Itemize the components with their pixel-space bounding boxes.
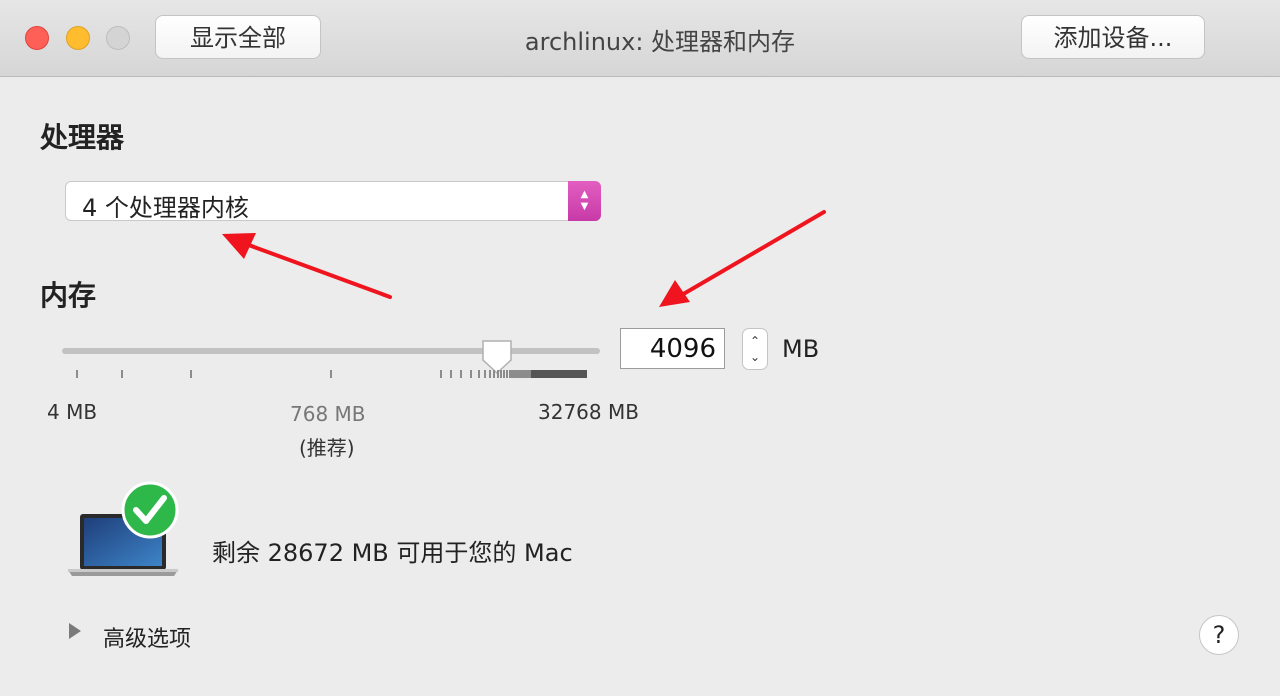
macbook-icon: [68, 481, 179, 576]
memory-stepper[interactable]: ⌃ ⌄: [742, 328, 768, 370]
window-title: archlinux: 处理器和内存: [524, 28, 796, 56]
zoom-button[interactable]: [106, 26, 130, 50]
memory-max-label: 32768 MB: [538, 400, 639, 424]
show-all-button[interactable]: 显示全部: [155, 15, 321, 59]
disclosure-triangle-icon[interactable]: [68, 622, 82, 640]
processor-cores-value: 4 个处理器内核: [82, 194, 249, 222]
memory-recommended-note: (推荐): [299, 436, 355, 460]
slider-tick: [330, 370, 332, 378]
minimize-button[interactable]: [66, 26, 90, 50]
popup-arrows-icon: ▲ ▼: [568, 181, 601, 221]
slider-tick: [76, 370, 78, 378]
slider-tick: [493, 370, 495, 378]
checkmark-badge-icon: [121, 481, 179, 539]
slider-tick: [470, 370, 472, 378]
help-button[interactable]: ?: [1199, 615, 1239, 655]
slider-tick: [460, 370, 462, 378]
title-bar: 显示全部 archlinux: 处理器和内存 添加设备...: [0, 0, 1280, 77]
slider-tick: [190, 370, 192, 378]
slider-tick: [585, 370, 587, 378]
close-button[interactable]: [25, 26, 49, 50]
annotation-arrow: [659, 210, 826, 307]
stepper-up-icon[interactable]: ⌃: [750, 333, 760, 349]
slider-tick: [506, 370, 508, 378]
slider-tick: [503, 370, 505, 378]
memory-min-label: 4 MB: [47, 400, 98, 424]
add-device-button[interactable]: 添加设备...: [1021, 15, 1205, 59]
slider-tick: [440, 370, 442, 378]
slider-tick: [500, 370, 502, 378]
memory-recommended-label: 768 MB: [290, 402, 366, 426]
annotation-arrow: [222, 233, 392, 299]
advanced-options-toggle[interactable]: 高级选项: [103, 621, 191, 653]
slider-tick: [489, 370, 491, 378]
processor-heading: 处理器: [40, 121, 125, 154]
remaining-memory-text: 剩余 28672 MB 可用于您的 Mac: [212, 539, 573, 567]
memory-unit-label: MB: [782, 335, 820, 363]
slider-tick: [484, 370, 486, 378]
slider-tick: [450, 370, 452, 378]
slider-tick: [497, 370, 499, 378]
slider-tick: [121, 370, 123, 378]
slider-tick: [478, 370, 480, 378]
memory-value-field[interactable]: 4096: [620, 328, 725, 369]
stepper-down-icon[interactable]: ⌄: [750, 349, 760, 365]
memory-slider-track[interactable]: [62, 348, 600, 354]
memory-heading: 内存: [40, 279, 97, 312]
processor-cores-popup[interactable]: 4 个处理器内核 ▲ ▼: [65, 181, 601, 222]
